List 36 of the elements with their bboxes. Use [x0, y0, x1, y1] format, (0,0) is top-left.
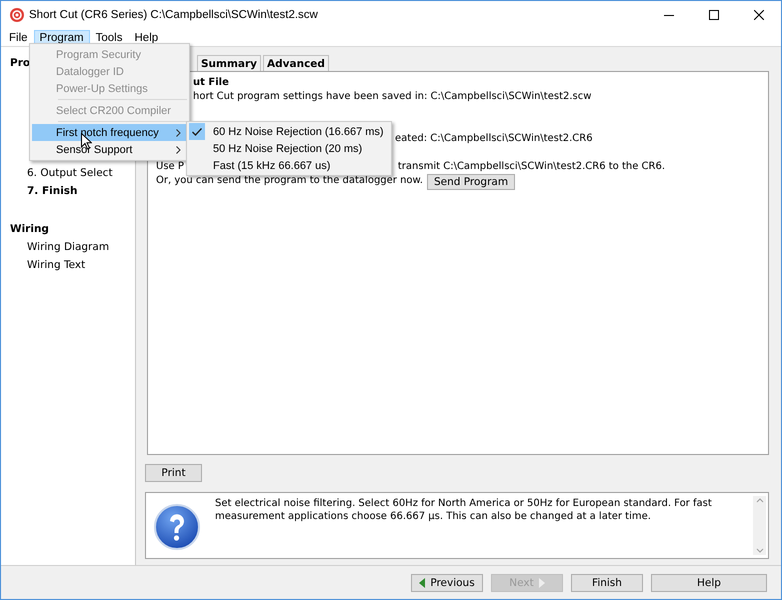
instruction-text: Or, you can send the program to the datalogger now.: [156, 174, 423, 188]
footer-button[interactable]: Help: [651, 574, 767, 592]
menu-item[interactable]: Help: [128, 30, 164, 46]
menu-item[interactable]: Fast (15 kHz 66.667 us): [189, 157, 389, 174]
maximize-icon: [708, 10, 718, 20]
help-icon: [153, 503, 201, 551]
right-arrow-icon: [538, 578, 545, 588]
instruction-text: transmit C:\Campbellsci\SCWin\test2.CR6 to the CR6.: [398, 160, 666, 174]
menu-item[interactable]: Sensor Support: [32, 141, 187, 158]
section-heading: Pro: [10, 56, 30, 71]
close-icon: [754, 10, 764, 20]
tab[interactable]: Summary: [197, 55, 262, 71]
created-path-text: eated: C:\Campbellsci\SCWin\test2.CR6: [395, 132, 593, 146]
sidebar-item[interactable]: Wiring Text: [1, 256, 135, 274]
sidebar-item[interactable]: 7. Finish: [1, 182, 135, 200]
section-heading: ut File: [193, 76, 229, 90]
previous-button[interactable]: Previous: [411, 574, 483, 592]
instruction-text: Use P: [156, 160, 184, 174]
window-title: Short Cut (CR6 Series) C:\Campbellsci\SCWin\test2.scw: [29, 9, 319, 21]
tab[interactable]: Advanced: [263, 55, 329, 71]
menu-item[interactable]: 60 Hz Noise Rejection (16.667 ms): [189, 123, 389, 140]
send-program-button[interactable]: Send Program: [426, 174, 516, 190]
left-arrow-icon: [419, 578, 426, 588]
menu-item[interactable]: Tools: [90, 30, 128, 46]
app-icon: [10, 8, 24, 22]
sidebar-item[interactable]: 6. Output Select: [1, 164, 135, 182]
footer-button[interactable]: Finish: [571, 574, 643, 592]
menu-item[interactable]: File: [3, 30, 34, 46]
saved-path-text: hort Cut program settings have been saved in: C:\Campbellsci\SCWin\test2.scw: [193, 90, 592, 104]
help-text: Set electrical noise filtering. Select 60Hz for North America or 50Hz for European standard. For fast measurement applications choose 66.667 µs. This can also be changed at a later time.: [215, 497, 713, 524]
sidebar-item[interactable]: Wiring Diagram: [1, 238, 135, 256]
menu-item[interactable]: First notch frequency: [32, 124, 187, 141]
menu-item[interactable]: 50 Hz Noise Rejection (20 ms): [189, 140, 389, 157]
scrollbar[interactable]: [753, 496, 766, 555]
section-heading: Wiring: [10, 222, 49, 237]
print-button[interactable]: Print: [145, 464, 202, 482]
